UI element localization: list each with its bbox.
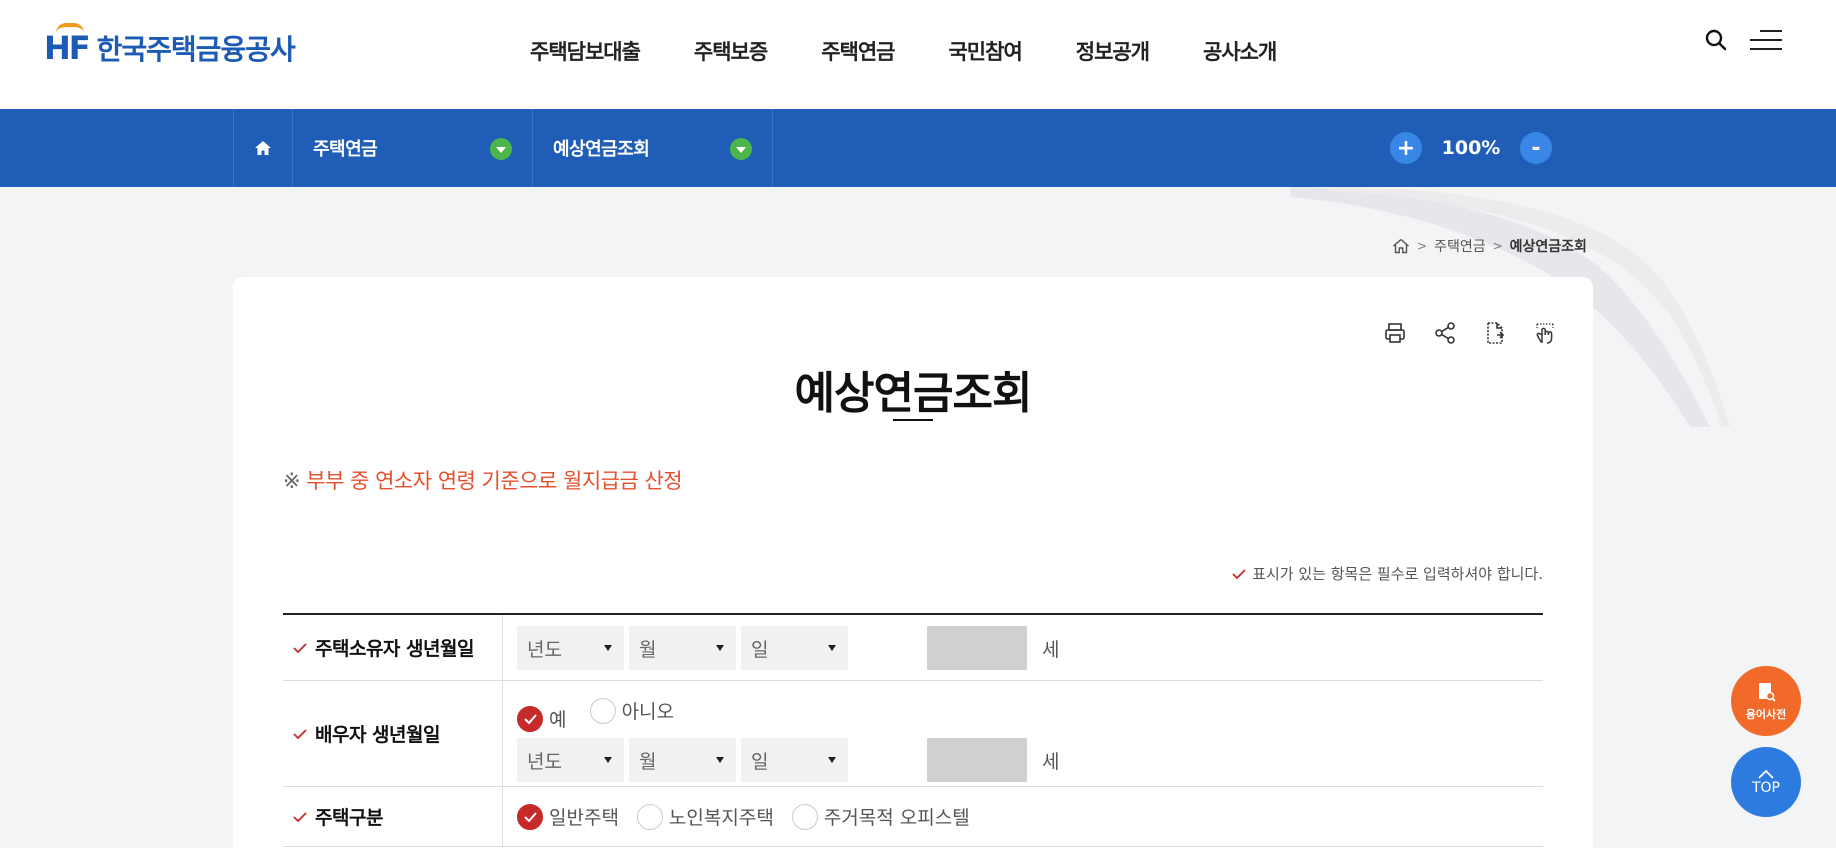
house-type-officetel-label: 주거목적 오피스텔 <box>823 807 970 829</box>
house-type-officetel-radio[interactable]: 주거목적 오피스텔 <box>791 803 970 830</box>
menu-icon[interactable] <box>1750 30 1782 50</box>
home-icon[interactable] <box>1392 238 1410 254</box>
page-title: 예상연금조회 <box>794 368 1033 419</box>
form-label-cell: 주택소유자 생년월일 <box>283 615 503 680</box>
nav-item-pension[interactable]: 주택연금 <box>821 36 895 66</box>
depth2-label: 예상연금조회 <box>553 139 650 160</box>
site-logo[interactable]: HF 한국주택금융공사 <box>44 23 296 68</box>
share-icon[interactable] <box>1433 321 1457 345</box>
nav-item-disclosure[interactable]: 정보공개 <box>1076 36 1150 66</box>
owner-birth-label: 주택소유자 생년월일 <box>315 638 474 660</box>
form-label-cell: 주택구분 <box>283 787 503 846</box>
breadcrumb-separator: > <box>1492 239 1503 253</box>
owner-year-select[interactable]: 년도 <box>517 626 624 670</box>
nav-item-participation[interactable]: 국민참여 <box>948 36 1022 66</box>
scroll-top-button[interactable]: TOP <box>1731 747 1801 817</box>
form-value-cell: 예 아니오 년도 월 일 세 <box>503 681 1543 786</box>
nav-item-mortgage[interactable]: 주택담보대출 <box>530 36 641 66</box>
site-header: HF 한국주택금융공사 주택담보대출 주택보증 주택연금 국민참여 정보공개 공… <box>0 0 1836 109</box>
check-icon <box>523 713 537 724</box>
search-icon[interactable] <box>1704 28 1728 52</box>
form-value-cell: 일반주택 노인복지주택 주거목적 오피스텔 <box>503 787 1543 846</box>
owner-age-unit: 세 <box>1042 638 1060 661</box>
nav-item-guarantee[interactable]: 주택보증 <box>694 36 768 66</box>
check-icon <box>1232 568 1246 579</box>
breadcrumb: > 주택연금 > 예상연금조회 <box>1392 236 1587 256</box>
depth2-dropdown[interactable]: 예상연금조회 <box>533 109 773 187</box>
logo-text: 한국주택금융공사 <box>96 33 296 66</box>
owner-birth-selects: 년도 월 일 세 <box>517 626 1543 670</box>
breadcrumb-separator: > <box>1417 239 1428 253</box>
form-value-cell: 년도 월 일 세 <box>503 615 1543 680</box>
notice-mark: ※ <box>283 469 301 493</box>
chevron-down-icon <box>490 138 512 160</box>
radio-unchecked-indicator <box>636 803 663 830</box>
required-note-text: 표시가 있는 항목은 필수로 입력하셔야 합니다. <box>1252 565 1543 583</box>
owner-day-select[interactable]: 일 <box>741 626 848 670</box>
form-label-cell: 배우자 생년월일 <box>283 681 503 786</box>
spouse-year-select[interactable]: 년도 <box>517 738 624 782</box>
chevron-down-icon <box>730 138 752 160</box>
spouse-month-select[interactable]: 월 <box>629 738 736 782</box>
zoom-out-button[interactable]: - <box>1520 132 1552 164</box>
form-row-owner-birth: 주택소유자 생년월일 년도 월 일 세 <box>283 615 1543 681</box>
print-icon[interactable] <box>1383 321 1407 345</box>
check-icon <box>293 642 307 653</box>
content-card: 예상연금조회 ※ 부부 중 연소자 연령 기준으로 월지급금 산정 표시가 있는… <box>233 277 1593 848</box>
spouse-birth-selects: 년도 월 일 세 <box>517 738 1543 782</box>
radio-unchecked-indicator <box>791 803 818 830</box>
check-icon <box>293 728 307 739</box>
pension-form: 주택소유자 생년월일 년도 월 일 세 배우자 생년월일 예 아니오 년도 월 … <box>283 613 1543 847</box>
chevron-up-icon <box>1758 769 1774 779</box>
notice-message: 부부 중 연소자 연령 기준으로 월지급금 산정 <box>306 469 683 493</box>
house-type-label: 주택구분 <box>315 807 383 829</box>
page-tools <box>1383 321 1557 345</box>
home-button[interactable] <box>233 109 293 187</box>
document-icon[interactable] <box>1483 321 1507 345</box>
zoom-in-button[interactable]: + <box>1390 132 1422 164</box>
house-type-general-label: 일반주택 <box>549 807 619 829</box>
home-icon <box>255 141 271 155</box>
book-search-icon <box>1759 682 1776 702</box>
glossary-label: 용어사전 <box>1745 707 1787 721</box>
location-bar: 주택연금 예상연금조회 + 100% - <box>0 109 1836 187</box>
breadcrumb-item[interactable]: 주택연금 <box>1434 236 1486 256</box>
logo-mark: HF <box>44 23 91 67</box>
spouse-age-output <box>927 738 1027 782</box>
radio-checked-indicator <box>517 705 543 732</box>
house-type-senior-radio[interactable]: 노인복지주택 <box>636 803 774 830</box>
touch-icon[interactable] <box>1533 321 1557 345</box>
depth1-dropdown[interactable]: 주택연금 <box>293 109 533 187</box>
nav-item-about[interactable]: 공사소개 <box>1203 36 1277 66</box>
spouse-birth-label: 배우자 생년월일 <box>315 724 440 746</box>
spouse-yes-label: 예 <box>549 709 567 731</box>
radio-unchecked-indicator <box>589 697 616 724</box>
owner-age-output <box>927 626 1027 670</box>
check-icon <box>293 811 307 822</box>
spouse-radio-group: 예 아니오 <box>517 697 1543 732</box>
spouse-yes-radio[interactable]: 예 <box>517 705 566 732</box>
notice-text: ※ 부부 중 연소자 연령 기준으로 월지급금 산정 <box>283 465 683 495</box>
title-underline <box>893 419 933 421</box>
glossary-button[interactable]: 용어사전 <box>1731 666 1801 736</box>
house-type-general-radio[interactable]: 일반주택 <box>517 803 619 830</box>
check-icon <box>523 811 537 822</box>
spouse-age-unit: 세 <box>1042 750 1060 773</box>
spouse-no-radio[interactable]: 아니오 <box>589 697 675 724</box>
form-row-spouse-birth: 배우자 생년월일 예 아니오 년도 월 일 세 <box>283 681 1543 787</box>
depth1-label: 주택연금 <box>313 139 378 160</box>
main-nav: 주택담보대출 주택보증 주택연금 국민참여 정보공개 공사소개 <box>530 36 1330 66</box>
house-type-senior-label: 노인복지주택 <box>668 807 774 829</box>
spouse-no-label: 아니오 <box>621 701 675 723</box>
spouse-day-select[interactable]: 일 <box>741 738 848 782</box>
scroll-top-label: TOP <box>1751 779 1780 796</box>
form-row-house-type: 주택구분 일반주택 노인복지주택 주거목적 오피스텔 <box>283 787 1543 847</box>
owner-month-select[interactable]: 월 <box>629 626 736 670</box>
required-note: 표시가 있는 항목은 필수로 입력하셔야 합니다. <box>1232 563 1543 584</box>
radio-checked-indicator <box>517 803 543 830</box>
zoom-level: 100% <box>1441 137 1501 159</box>
breadcrumb-current: 예상연금조회 <box>1509 239 1587 255</box>
